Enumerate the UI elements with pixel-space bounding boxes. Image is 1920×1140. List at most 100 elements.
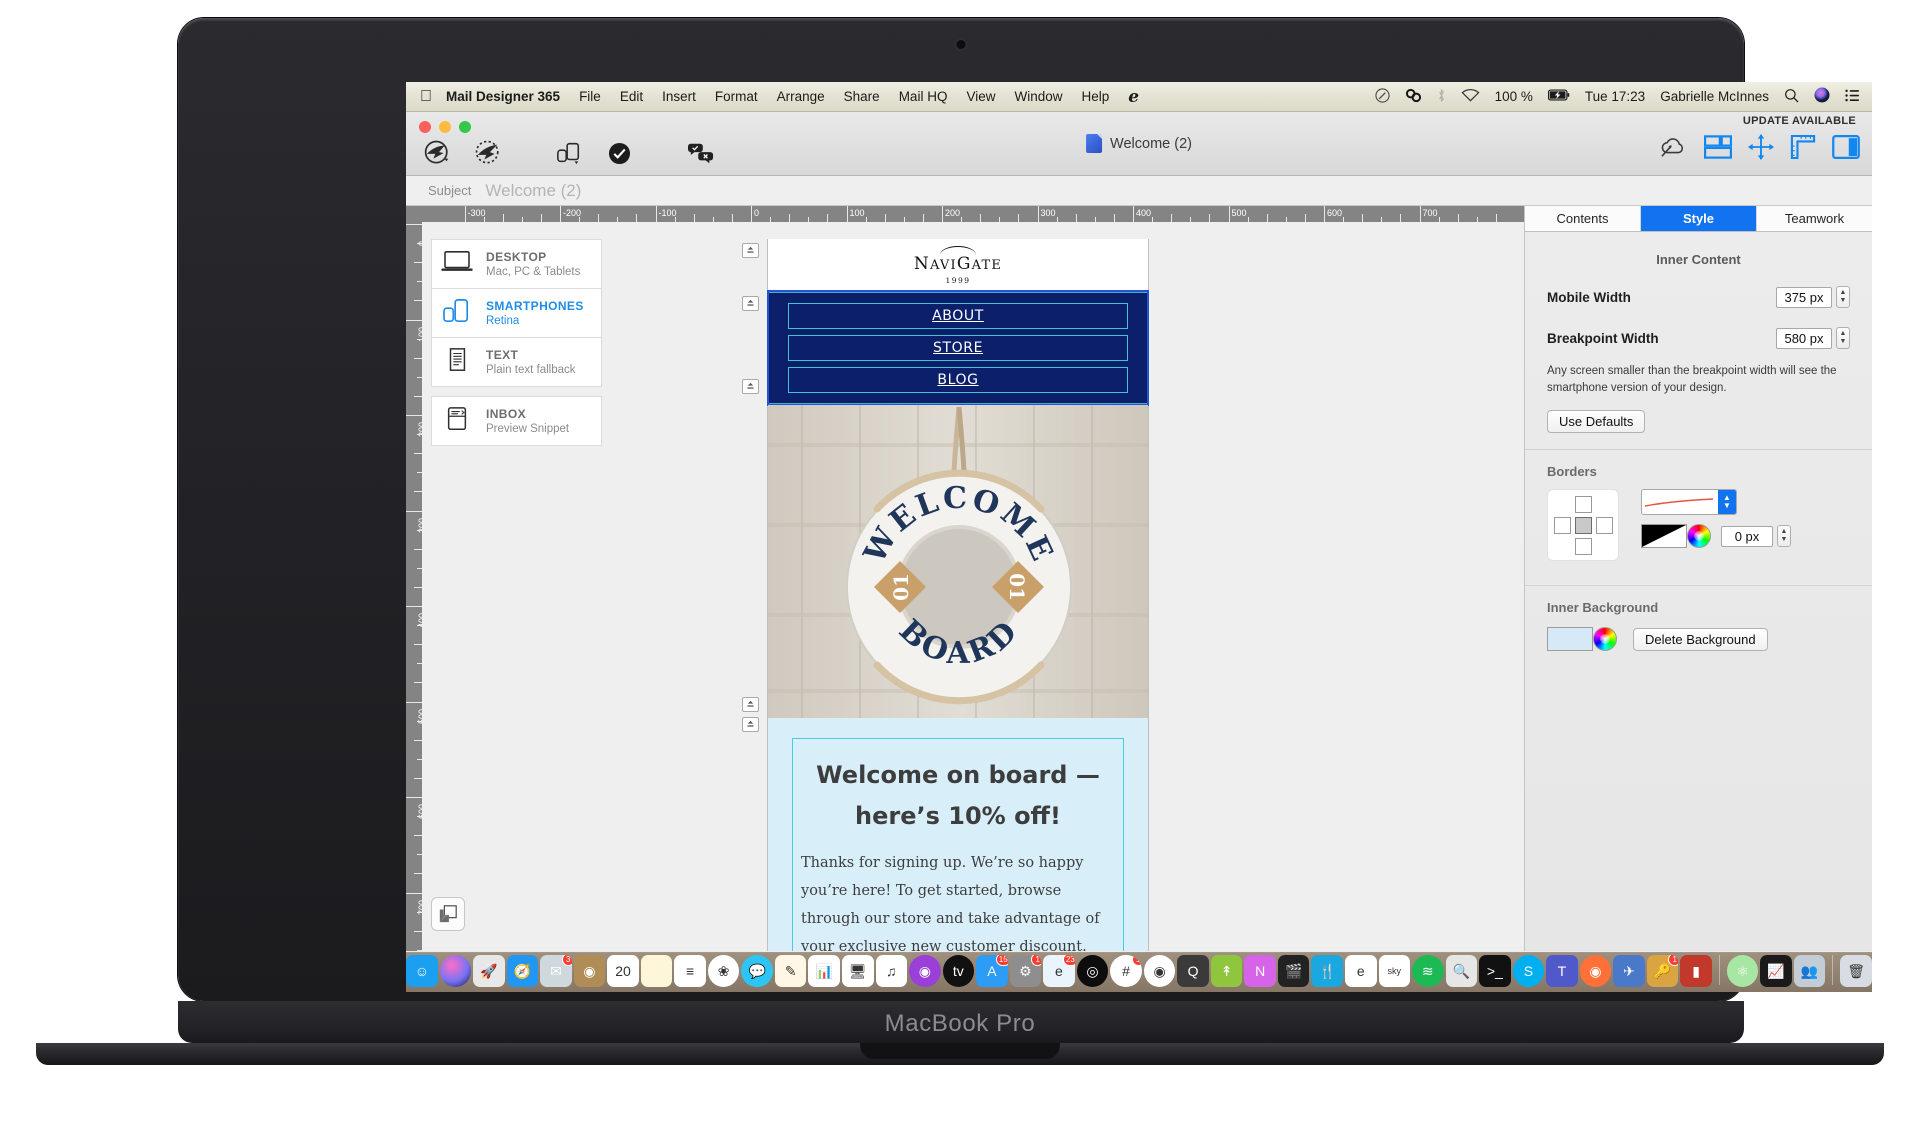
pages-icon[interactable]: ✎	[774, 955, 807, 987]
fork-icon[interactable]: 🍴	[1311, 955, 1343, 987]
approval-comments-icon[interactable]	[678, 136, 724, 170]
border-color-swatch[interactable]	[1641, 524, 1687, 549]
menu-item-insert[interactable]: Insert	[662, 89, 696, 104]
tab-teamwork[interactable]: Teamwork	[1757, 206, 1872, 231]
itunes-icon[interactable]: ♫	[875, 955, 908, 987]
border-side-all[interactable]	[1575, 517, 1592, 535]
launchpad-icon[interactable]: 🚀	[473, 955, 505, 987]
system-preferences-icon[interactable]: ⚙ 1	[1009, 955, 1042, 987]
app-store-icon[interactable]: A 15	[976, 955, 1008, 987]
block-handle-hero[interactable]	[742, 379, 759, 394]
device-item-desktop[interactable]: DESKTOP Mac, PC & Tablets	[431, 239, 602, 289]
mail-designer-icon[interactable]: e 23	[1043, 955, 1075, 987]
mobile-width-stepper[interactable]: ▲ ▼	[1836, 286, 1850, 308]
border-side-right[interactable]	[1596, 517, 1613, 535]
menu-item-view[interactable]: View	[966, 89, 995, 104]
breakpoint-width-stepper[interactable]: ▲ ▼	[1836, 327, 1850, 349]
notes-icon[interactable]	[640, 955, 673, 987]
block-handle-nav[interactable]	[742, 296, 759, 311]
menu-item-share[interactable]: Share	[844, 89, 880, 104]
skype-icon[interactable]: S	[1512, 955, 1545, 987]
siri-icon[interactable]	[439, 955, 472, 987]
border-side-bottom[interactable]	[1575, 538, 1592, 556]
slack-icon[interactable]: #1	[1110, 955, 1142, 987]
terminal-icon[interactable]: >_	[1479, 955, 1511, 987]
menu-item-edit[interactable]: Edit	[620, 89, 643, 104]
menu-item-file[interactable]: File	[579, 89, 601, 104]
breakpoint-width-input[interactable]: 580 px	[1776, 327, 1832, 349]
design-canvas[interactable]: DESKTOP Mac, PC & Tablets SMARTPHONES Re…	[422, 222, 1524, 951]
zoom-button[interactable]	[459, 121, 471, 133]
email-spacer-block[interactable]	[768, 718, 1148, 728]
email-text-block[interactable]: Welcome on board — here’s 10% off! Thank…	[768, 728, 1148, 951]
bluetooth-icon[interactable]	[1437, 88, 1446, 106]
color-wheel-icon[interactable]	[1687, 524, 1711, 549]
trash-icon[interactable]: 🗑	[1840, 955, 1872, 987]
menu-app-name[interactable]: Mail Designer 365	[446, 89, 560, 104]
chevron-updown-icon[interactable]: ▲ ▼	[1718, 490, 1736, 515]
quicktime-icon[interactable]: Q	[1177, 955, 1209, 987]
control-center-icon[interactable]	[1845, 89, 1860, 105]
contacts-icon[interactable]: ◉	[573, 955, 606, 987]
email-nav-block[interactable]: ABOUT STORE BLOG	[767, 290, 1149, 406]
tab-style[interactable]: Style	[1641, 206, 1757, 231]
affinity-photo-icon[interactable]: N	[1244, 955, 1276, 987]
menu-item-help[interactable]: Help	[1082, 89, 1110, 104]
spotlight-search-icon[interactable]	[1784, 88, 1799, 106]
update-available-label[interactable]: UPDATE AVAILABLE	[1743, 115, 1856, 127]
menu-item-window[interactable]: Window	[1014, 89, 1062, 104]
check-circle-icon[interactable]	[596, 136, 642, 170]
mail-icon[interactable]: ✉ 3	[540, 955, 572, 987]
keychain-icon[interactable]: 🔑 1	[1646, 955, 1679, 987]
email-nav-button-blog[interactable]: BLOG	[788, 367, 1128, 393]
menu-item-mail-hq[interactable]: Mail HQ	[899, 89, 948, 104]
chrome-icon[interactable]: ◉	[1143, 955, 1176, 987]
border-side-top[interactable]	[1575, 496, 1592, 514]
email-hero-image[interactable]: 01 01 WELCOME BOARD	[768, 405, 1148, 718]
close-button[interactable]	[419, 121, 431, 133]
mail-designer-glyph-icon[interactable]: e	[1128, 87, 1139, 107]
email-preview[interactable]: NAVIGATE 1999 ABOUT STORE BLOG 01 01 WEL…	[742, 239, 1149, 951]
vertical-ruler[interactable]: 0100200300400500600700	[406, 222, 422, 951]
border-width-input[interactable]: 0 px	[1721, 525, 1773, 547]
calendar-icon[interactable]: 20	[607, 955, 639, 987]
atom-icon[interactable]: ⚛	[1726, 955, 1759, 987]
inner-background-swatch[interactable]	[1547, 627, 1593, 652]
send-test-icon[interactable]	[416, 136, 462, 170]
battery-charging-icon[interactable]	[1547, 89, 1570, 104]
cloud-upload-icon[interactable]	[1658, 135, 1688, 164]
wifi-icon[interactable]	[1461, 88, 1480, 105]
device-item-smartphones[interactable]: SMARTPHONES Retina	[431, 288, 602, 338]
apple-icon[interactable]: 	[420, 88, 432, 105]
safari-icon[interactable]: 🧭	[506, 955, 539, 987]
device-item-text[interactable]: TEXT Plain text fallback	[431, 337, 602, 387]
background-layers-button[interactable]	[431, 897, 465, 931]
shared-drive-icon[interactable]: 👥	[1793, 955, 1826, 987]
email-nav-button-store[interactable]: STORE	[788, 335, 1128, 361]
subject-input[interactable]: Welcome (2)	[485, 181, 581, 201]
block-handle-spacer[interactable]	[742, 697, 759, 712]
minimize-button[interactable]	[439, 121, 451, 133]
hype-icon[interactable]: ↟	[1210, 955, 1243, 987]
menu-item-arrange[interactable]: Arrange	[777, 89, 825, 104]
tab-contents[interactable]: Contents	[1525, 206, 1641, 231]
spacing-move-icon[interactable]	[1748, 134, 1774, 165]
background-color-wheel-icon[interactable]	[1593, 627, 1617, 652]
send-dotted-icon[interactable]	[466, 136, 512, 170]
document-title-label[interactable]: Welcome (2)	[1110, 136, 1192, 152]
device-preview-icon[interactable]	[546, 136, 592, 170]
numbers-icon[interactable]: 📊	[808, 955, 840, 987]
messages-icon[interactable]: 💬	[741, 955, 773, 987]
border-side-picker[interactable]	[1547, 489, 1619, 562]
airmail-icon[interactable]: ✈	[1613, 955, 1645, 987]
border-style-select[interactable]: ▲ ▼	[1641, 489, 1737, 516]
final-cut-icon[interactable]: 🎬	[1277, 955, 1310, 987]
teams-icon[interactable]: T	[1546, 955, 1578, 987]
menubar-username[interactable]: Gabrielle McInnes	[1660, 89, 1769, 104]
pen-circle-icon[interactable]	[1374, 87, 1390, 106]
device-item-inbox[interactable]: INBOX Preview Snippet	[431, 396, 602, 446]
ruler-guides-icon[interactable]	[1790, 134, 1816, 164]
creative-cloud-icon[interactable]	[1405, 88, 1422, 106]
horizontal-ruler[interactable]: -300 -200 -100 0 100 200 300 400 500 600 700	[406, 206, 1524, 222]
use-defaults-button[interactable]: Use Defaults	[1547, 410, 1646, 434]
